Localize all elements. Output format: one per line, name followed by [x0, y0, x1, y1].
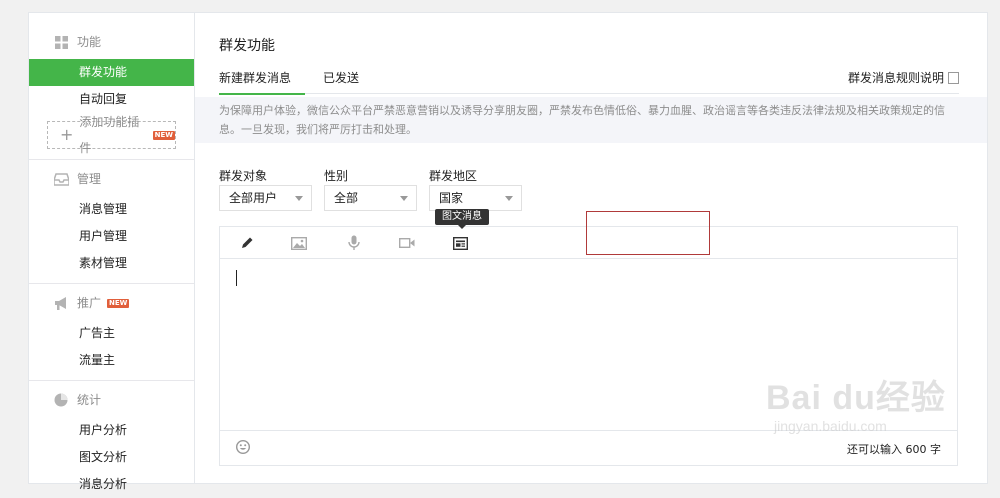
select-value: 全部用户: [229, 191, 278, 205]
pie-chart-icon: [53, 392, 69, 408]
chevron-down-icon: [295, 196, 303, 201]
sidebar-group-head: 管理: [29, 162, 194, 196]
filter-gender: 性别 全部: [324, 167, 417, 211]
tab-sent[interactable]: 已发送: [323, 65, 359, 93]
new-badge: NEW: [152, 130, 175, 140]
sidebar-group-title: 统计: [77, 393, 102, 407]
select-value: 全部: [334, 191, 359, 205]
filter-region: 群发地区 国家: [429, 167, 522, 211]
add-plugin-label: 添加功能插件: [79, 115, 140, 155]
add-plugin-button[interactable]: + 添加功能插件 NEW: [47, 115, 176, 155]
filter-label: 性别: [324, 169, 349, 183]
filter-label: 群发地区: [429, 169, 478, 183]
watermark-text: Bai du经验: [766, 379, 946, 417]
sidebar-item-messages[interactable]: 消息管理: [29, 196, 194, 223]
divider: [29, 283, 194, 284]
watermark-subtext: jingyan.baidu.com: [774, 418, 887, 434]
rules-link-label: 群发消息规则说明: [847, 71, 944, 85]
sidebar-group-management: 管理 消息管理 用户管理 素材管理: [29, 162, 194, 284]
sidebar-group-functions: 功能 群发功能 自动回复 + 添加功能插件 NEW: [29, 25, 194, 160]
sidebar-item-message-analysis[interactable]: 消息分析: [29, 471, 194, 498]
tooltip: 图文消息: [435, 209, 489, 229]
divider: [29, 380, 194, 381]
sidebar-item-materials[interactable]: 素材管理: [29, 250, 194, 277]
sidebar-item-article-analysis[interactable]: 图文分析: [29, 444, 194, 471]
sidebar-group-title: 管理: [77, 172, 102, 186]
pencil-icon[interactable]: [238, 235, 256, 251]
image-icon[interactable]: [290, 235, 308, 251]
notice-banner: 为保障用户体验，微信公众平台严禁恶意营销以及诱导分享朋友圈，严禁发布色情低俗、暴…: [195, 97, 987, 143]
news-card-icon[interactable]: [451, 235, 469, 251]
tab-bar: 新建群发消息 已发送 群发消息规则说明: [219, 65, 959, 95]
document-icon: [948, 72, 959, 84]
sidebar-group-promotion: 推广 NEW 广告主 流量主: [29, 286, 194, 381]
sidebar-group-title: 功能: [77, 35, 102, 49]
inbox-icon: [53, 171, 69, 187]
target-select[interactable]: 全部用户: [219, 185, 312, 211]
chevron-down-icon: [400, 196, 408, 201]
grid-icon: [53, 34, 69, 50]
filter-label: 群发对象: [219, 169, 268, 183]
microphone-icon[interactable]: [345, 235, 363, 251]
sidebar-group-title: 推广: [77, 296, 102, 310]
sidebar-group-head: 功能: [29, 25, 194, 59]
gender-select[interactable]: 全部: [324, 185, 417, 211]
plus-icon: +: [60, 125, 74, 144]
sidebar-item-users[interactable]: 用户管理: [29, 223, 194, 250]
chevron-down-icon: [505, 196, 513, 201]
video-icon[interactable]: [398, 235, 416, 251]
text-cursor[interactable]: [236, 270, 237, 286]
select-value: 国家: [439, 191, 464, 205]
sidebar-group-head: 统计: [29, 383, 194, 417]
filter-target: 群发对象 全部用户: [219, 167, 312, 211]
sidebar-group-head: 推广 NEW: [29, 286, 194, 320]
sidebar-group-statistics: 统计 用户分析 图文分析 消息分析: [29, 383, 194, 498]
sidebar-item-advertiser[interactable]: 广告主: [29, 320, 194, 347]
region-select[interactable]: 国家: [429, 185, 522, 211]
sidebar-item-user-analysis[interactable]: 用户分析: [29, 417, 194, 444]
megaphone-icon: [53, 295, 69, 311]
watermark: Bai du经验 jingyan.baidu.com: [766, 362, 976, 457]
sidebar-item-publisher[interactable]: 流量主: [29, 347, 194, 374]
sidebar: 功能 群发功能 自动回复 + 添加功能插件 NEW 管理 消息管理 用户管理 素…: [29, 13, 195, 491]
emoji-icon[interactable]: [235, 439, 251, 455]
sidebar-item-mass-send[interactable]: 群发功能: [29, 59, 194, 86]
page-title: 群发功能: [219, 38, 275, 54]
rules-link[interactable]: 群发消息规则说明: [848, 65, 959, 91]
tab-new-message[interactable]: 新建群发消息: [219, 65, 305, 95]
new-badge: NEW: [107, 298, 130, 308]
highlight-annotation: [586, 211, 710, 255]
